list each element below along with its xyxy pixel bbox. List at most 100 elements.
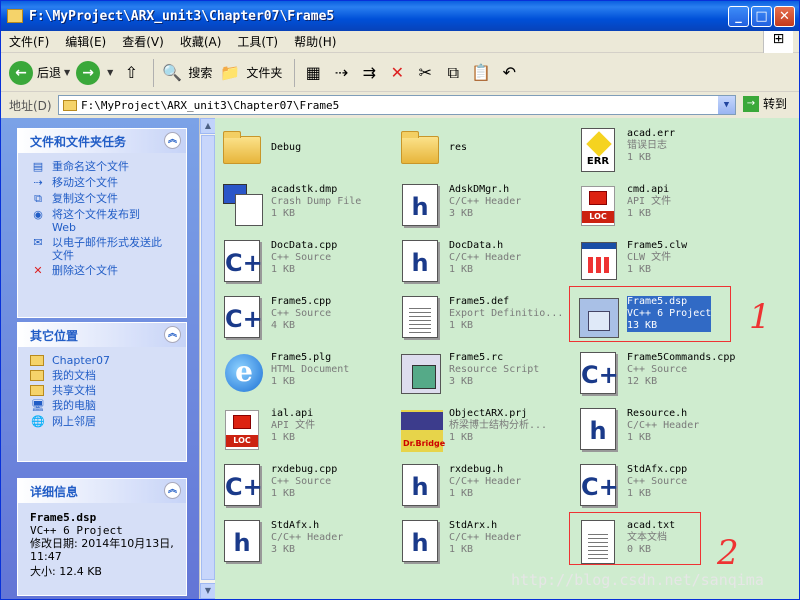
- toolbar: ← 后退 ▼ → ▼ ⇧ 🔍 搜索 📁 文件夹 ▦ ⇢ ⇉ ✕ ✂ ⧉ 📋 ↶: [1, 54, 799, 92]
- file-item[interactable]: C+ Frame5Commands.cpp C++ Source 12 KB: [573, 346, 751, 398]
- menu-view[interactable]: 查看(V): [114, 33, 172, 50]
- file-item[interactable]: acadstk.dmp Crash Dump File 1 KB: [217, 178, 395, 230]
- file-item[interactable]: C+ rxdebug.cpp C++ Source 1 KB: [217, 458, 395, 510]
- menu-help[interactable]: 帮助(H): [286, 33, 344, 50]
- file-size: 1 KB: [271, 208, 296, 219]
- file-item[interactable]: e Frame5.plg HTML Document 1 KB: [217, 346, 395, 398]
- file-item[interactable]: C+ Frame5.cpp C++ Source 4 KB: [217, 290, 395, 342]
- place-chapter07[interactable]: Chapter07: [18, 353, 186, 368]
- file-size: 1 KB: [627, 264, 652, 275]
- task-email[interactable]: ✉ 以电子邮件形式发送此文件: [18, 235, 186, 263]
- task-copy[interactable]: ⧉ 复制这个文件: [18, 191, 186, 207]
- file-type: HTML Document: [271, 364, 350, 375]
- folder-icon: [30, 370, 44, 381]
- forward-dropdown-icon[interactable]: ▼: [107, 68, 113, 77]
- address-dropdown-icon[interactable]: ▼: [718, 96, 735, 114]
- other-places-header[interactable]: 其它位置 ︽: [18, 323, 186, 347]
- cut-icon[interactable]: ✂: [413, 62, 437, 84]
- place-label: 我的电脑: [52, 399, 96, 412]
- file-type: C/C++ Header: [449, 252, 522, 263]
- scrollbar[interactable]: ▲ ▼: [199, 118, 216, 599]
- scroll-up-icon[interactable]: ▲: [200, 118, 216, 134]
- menu-edit[interactable]: 编辑(E): [57, 33, 114, 50]
- copy-to-icon[interactable]: ⇉: [357, 62, 381, 84]
- file-item[interactable]: h DocData.h C/C++ Header 1 KB: [395, 234, 573, 286]
- place-shared-documents[interactable]: 共享文档: [18, 383, 186, 398]
- file-icon-wrap: e: [221, 350, 263, 394]
- file-item[interactable]: h AdskDMgr.h C/C++ Header 3 KB: [395, 178, 573, 230]
- paste-icon[interactable]: 📋: [469, 62, 493, 84]
- file-item[interactable]: C+ DocData.cpp C++ Source 1 KB: [217, 234, 395, 286]
- header-file-icon: h: [402, 520, 438, 562]
- menu-tools[interactable]: 工具(T): [229, 33, 286, 50]
- file-type: Export Definitio...: [449, 308, 564, 319]
- file-item[interactable]: h Resource.h C/C++ Header 1 KB: [573, 402, 751, 454]
- title-bar[interactable]: F:\MyProject\ARX_unit3\Chapter07\Frame5 …: [1, 1, 799, 31]
- up-folder-icon[interactable]: ⇧: [119, 62, 143, 84]
- file-icon-wrap: [399, 126, 439, 170]
- scroll-thumb[interactable]: [201, 135, 215, 580]
- file-item[interactable]: LOC cmd.api API 文件 1 KB: [573, 178, 751, 230]
- file-item[interactable]: h StdArx.h C/C++ Header 1 KB: [395, 514, 573, 566]
- collapse-icon[interactable]: ︽: [164, 326, 181, 343]
- go-button[interactable]: → 转到: [743, 95, 787, 112]
- task-move[interactable]: ⇢ 移动这个文件: [18, 175, 186, 191]
- search-button[interactable]: 🔍 搜索: [160, 58, 212, 88]
- file-text: ial.api API 文件 1 KB: [271, 408, 315, 444]
- file-size: 1 KB: [271, 376, 296, 387]
- task-publish[interactable]: ◉ 将这个文件发布到 Web: [18, 207, 186, 235]
- file-item[interactable]: res: [395, 122, 573, 174]
- task-delete-label: 删除这个文件: [52, 264, 118, 277]
- back-button[interactable]: ← 后退 ▼: [9, 58, 70, 88]
- folder-icon: [223, 131, 261, 164]
- file-name: StdAfx.cpp: [627, 464, 688, 475]
- folders-button[interactable]: 📁 文件夹: [218, 58, 282, 88]
- minimize-button[interactable]: _: [728, 6, 749, 27]
- views-icon[interactable]: ▦: [301, 62, 325, 84]
- task-rename[interactable]: ▤ 重命名这个文件: [18, 159, 186, 175]
- address-input[interactable]: F:\MyProject\ARX_unit3\Chapter07\Frame5 …: [58, 95, 736, 115]
- collapse-icon[interactable]: ︽: [164, 132, 181, 149]
- back-dropdown-icon[interactable]: ▼: [64, 68, 70, 77]
- collapse-icon[interactable]: ︽: [164, 482, 181, 499]
- window-title: F:\MyProject\ARX_unit3\Chapter07\Frame5: [29, 8, 335, 24]
- file-name: ial.api: [271, 408, 314, 419]
- file-name: res: [449, 142, 468, 153]
- folder-icon: [30, 385, 44, 396]
- file-icon-wrap: h: [221, 518, 261, 562]
- maximize-button[interactable]: □: [751, 6, 772, 27]
- file-item[interactable]: Frame5.clw CLW 文件 1 KB: [573, 234, 751, 286]
- file-size: 1 KB: [449, 320, 474, 331]
- close-button[interactable]: ✕: [774, 6, 795, 27]
- place-my-computer[interactable]: 🖥 我的电脑: [18, 398, 186, 414]
- file-type: 错误日志: [627, 140, 667, 151]
- api-file-icon: LOC: [225, 410, 259, 450]
- move-icon: ⇢: [33, 176, 43, 189]
- file-size: 3 KB: [271, 544, 296, 555]
- file-item[interactable]: ERR acad.err 错误日志 1 KB: [573, 122, 751, 174]
- scroll-down-icon[interactable]: ▼: [200, 583, 216, 599]
- file-item[interactable]: Frame5.rc Resource Script 3 KB: [395, 346, 573, 398]
- copy-icon[interactable]: ⧉: [441, 62, 465, 84]
- task-delete[interactable]: ✕ 删除这个文件: [18, 263, 186, 279]
- details-header[interactable]: 详细信息 ︽: [18, 479, 186, 503]
- file-item[interactable]: h rxdebug.h C/C++ Header 1 KB: [395, 458, 573, 510]
- file-item[interactable]: LOC ial.api API 文件 1 KB: [217, 402, 395, 454]
- file-size: 1 KB: [627, 152, 652, 163]
- place-network[interactable]: 🌐 网上邻居: [18, 414, 186, 430]
- menu-favorites[interactable]: 收藏(A): [172, 33, 230, 50]
- menu-file[interactable]: 文件(F): [1, 33, 57, 50]
- file-item[interactable]: Debug: [217, 122, 395, 174]
- file-tasks-header[interactable]: 文件和文件夹任务 ︽: [18, 129, 186, 153]
- delete-icon[interactable]: ✕: [385, 62, 409, 84]
- file-item[interactable]: Dr.Bridge ObjectARX.prj 桥梁博士结构分析... 1 KB: [395, 402, 573, 454]
- move-to-icon[interactable]: ⇢: [329, 62, 353, 84]
- file-item[interactable]: C+ StdAfx.cpp C++ Source 1 KB: [573, 458, 751, 510]
- file-item[interactable]: Frame5.def Export Definitio... 1 KB: [395, 290, 573, 342]
- file-item[interactable]: h StdAfx.h C/C++ Header 3 KB: [217, 514, 395, 566]
- file-text: Frame5Commands.cpp C++ Source 12 KB: [627, 352, 735, 388]
- undo-icon[interactable]: ↶: [497, 62, 521, 84]
- crash-dump-icon: [223, 184, 265, 228]
- place-my-documents[interactable]: 我的文档: [18, 368, 186, 383]
- forward-button[interactable]: → ▼: [76, 58, 113, 88]
